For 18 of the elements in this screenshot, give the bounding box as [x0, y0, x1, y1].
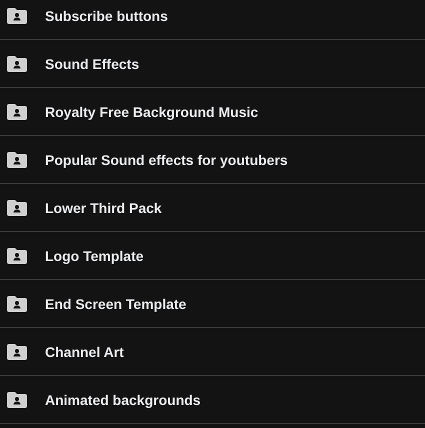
- shared-folder-icon: [7, 296, 27, 312]
- shared-folder-icon: [7, 56, 27, 72]
- shared-folder-icon: [7, 344, 27, 360]
- folder-name[interactable]: Royalty Free Background Music: [45, 104, 258, 120]
- folder-name[interactable]: End Screen Template: [45, 296, 186, 312]
- shared-folder-icon: [7, 8, 27, 24]
- shared-folder-icon: [7, 104, 27, 120]
- folder-name[interactable]: Channel Art: [45, 344, 124, 360]
- folder-name[interactable]: Logo Template: [45, 248, 144, 264]
- shared-folder-icon: [7, 152, 27, 168]
- shared-folder-icon: [7, 200, 27, 216]
- shared-folder-icon: [7, 248, 27, 264]
- folder-name[interactable]: Animated backgrounds: [45, 392, 201, 408]
- folder-name[interactable]: Lower Third Pack: [45, 200, 162, 216]
- folder-name[interactable]: Sound Effects: [45, 56, 140, 72]
- folder-name[interactable]: Popular Sound effects for youtubers: [45, 152, 288, 168]
- folder-name[interactable]: Subscribe buttons: [45, 8, 168, 24]
- shared-folder-icon: [7, 392, 27, 408]
